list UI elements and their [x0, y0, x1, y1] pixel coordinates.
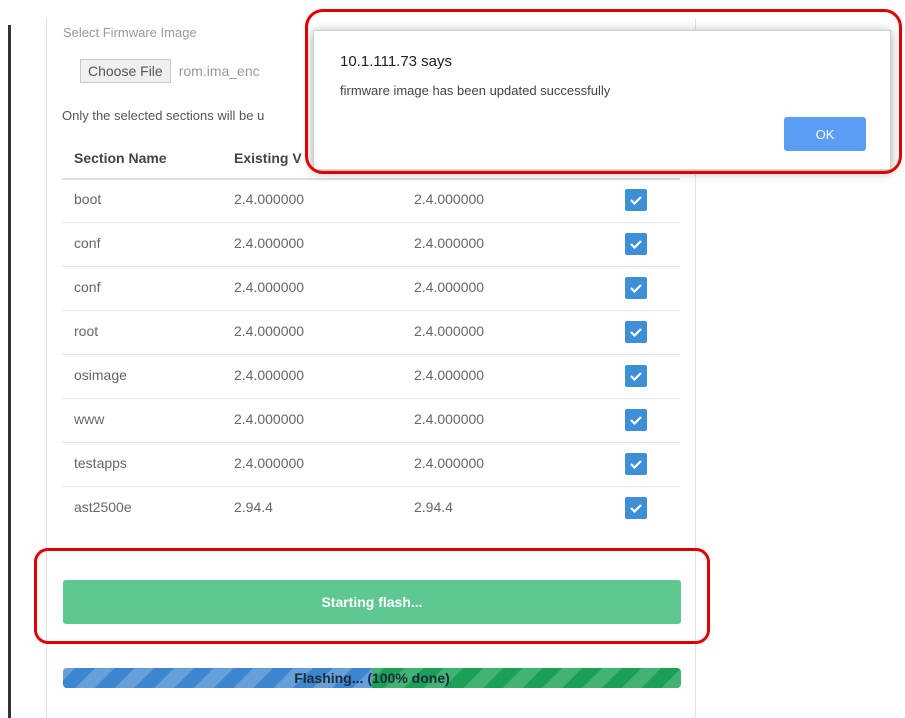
existing-version: 2.4.000000 [234, 235, 305, 251]
existing-version: 2.4.000000 [234, 367, 305, 383]
existing-version: 2.94.4 [234, 499, 273, 515]
section-checkbox[interactable] [625, 453, 647, 475]
existing-version: 2.4.000000 [234, 411, 305, 427]
firmware-file-input[interactable]: Choose File rom.ima_enc [80, 57, 260, 85]
table-row: testapps 2.4.000000 2.4.000000 [62, 442, 680, 487]
choose-file-button[interactable]: Choose File [80, 59, 171, 83]
table-row: osimage 2.4.000000 2.4.000000 [62, 354, 680, 399]
checkmark-icon [630, 416, 642, 426]
section-name: ast2500e [74, 499, 132, 515]
checkmark-icon [630, 284, 642, 294]
firmware-update-page: Select Firmware Image Choose File rom.im… [0, 0, 905, 718]
new-version: 2.4.000000 [414, 411, 485, 427]
checkmark-icon [630, 240, 642, 250]
existing-version: 2.4.000000 [234, 191, 305, 207]
table-row: conf 2.4.000000 2.4.000000 [62, 266, 680, 311]
left-border [8, 25, 11, 718]
header-existing-version: Existing V [234, 150, 302, 166]
section-checkbox[interactable] [625, 189, 647, 211]
section-name: www [74, 411, 105, 427]
new-version: 2.4.000000 [414, 191, 485, 207]
section-checkbox[interactable] [625, 277, 647, 299]
select-firmware-label: Select Firmware Image [63, 25, 197, 40]
new-version: 2.94.4 [414, 499, 453, 515]
new-version: 2.4.000000 [414, 323, 485, 339]
section-name: boot [74, 191, 102, 207]
table-row: root 2.4.000000 2.4.000000 [62, 310, 680, 355]
table-row: boot 2.4.000000 2.4.000000 [62, 178, 680, 223]
section-checkbox[interactable] [625, 365, 647, 387]
header-section-name: Section Name [74, 150, 167, 166]
checkmark-icon [630, 196, 642, 206]
section-name: testapps [74, 455, 127, 471]
table-row: ast2500e 2.94.4 2.94.4 [62, 486, 680, 530]
flash-progress-bar: Flashing... (100% done) [63, 668, 681, 688]
sections-note: Only the selected sections will be u [62, 108, 265, 123]
section-checkbox[interactable] [625, 233, 647, 255]
checkmark-icon [630, 460, 642, 470]
new-version: 2.4.000000 [414, 455, 485, 471]
section-checkbox[interactable] [625, 321, 647, 343]
flash-highlight-outline [34, 548, 710, 644]
section-checkbox[interactable] [625, 497, 647, 519]
table-row: www 2.4.000000 2.4.000000 [62, 398, 680, 443]
existing-version: 2.4.000000 [234, 279, 305, 295]
table-row: conf 2.4.000000 2.4.000000 [62, 222, 680, 267]
new-version: 2.4.000000 [414, 235, 485, 251]
checkmark-icon [630, 504, 642, 514]
existing-version: 2.4.000000 [234, 323, 305, 339]
new-version: 2.4.000000 [414, 367, 485, 383]
section-name: conf [74, 235, 101, 251]
section-name: conf [74, 279, 101, 295]
dialog-highlight-outline [305, 9, 902, 174]
new-version: 2.4.000000 [414, 279, 485, 295]
selected-file-name: rom.ima_enc [178, 63, 260, 79]
checkmark-icon [630, 372, 642, 382]
checkmark-icon [630, 328, 642, 338]
section-name: root [74, 323, 99, 339]
progress-text: Flashing... (100% done) [294, 670, 450, 686]
section-name: osimage [74, 367, 127, 383]
section-checkbox[interactable] [625, 409, 647, 431]
existing-version: 2.4.000000 [234, 455, 305, 471]
